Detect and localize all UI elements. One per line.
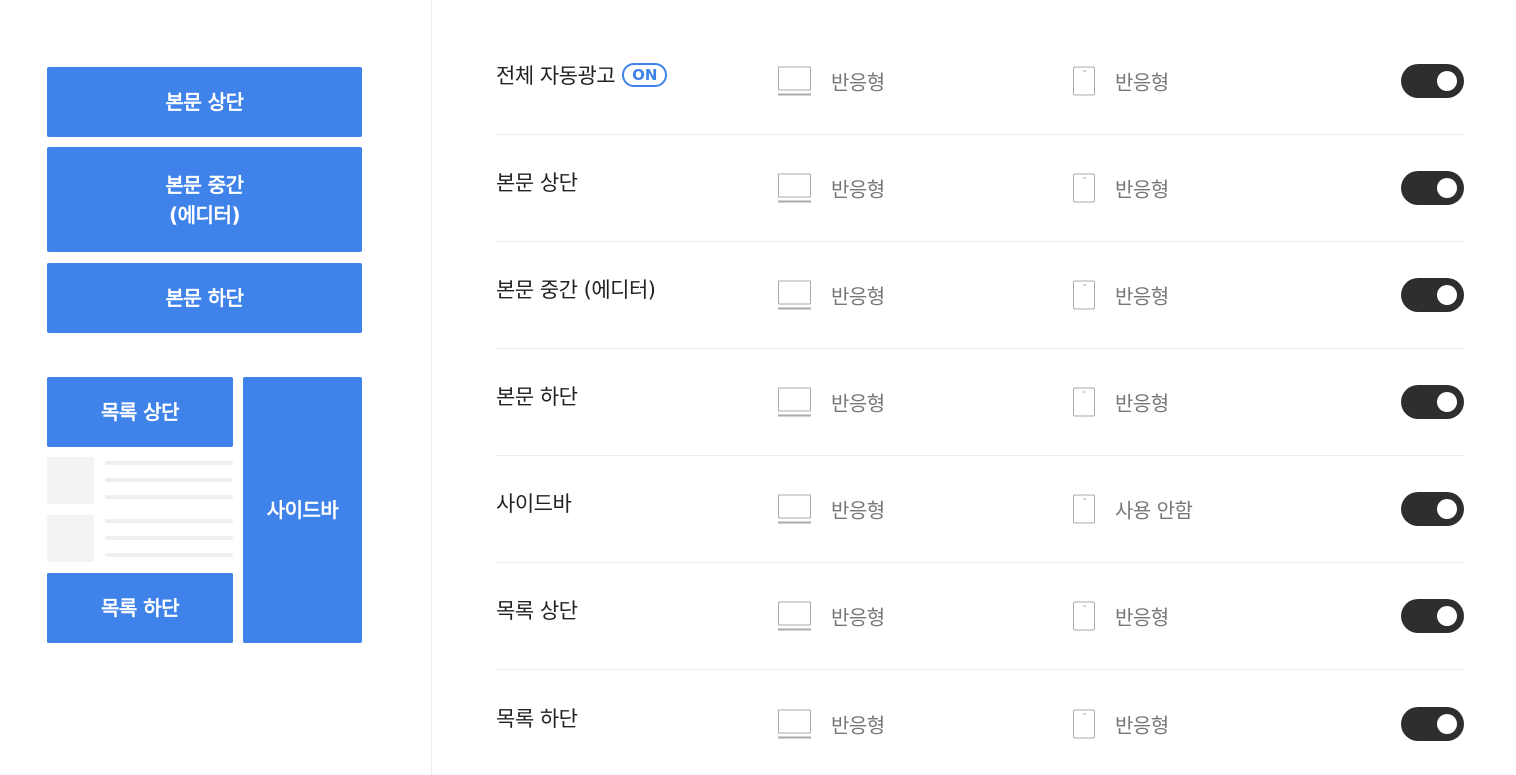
mobile-setting[interactable]: 반응형 <box>1073 280 1169 310</box>
row-label-text: 본문 하단 <box>496 385 578 409</box>
mobile-value: 반응형 <box>1115 713 1169 737</box>
enable-toggle[interactable] <box>1401 492 1464 526</box>
mobile-setting[interactable]: 반응형 <box>1073 601 1169 631</box>
setting-row: 목록 상단 반응형 반응형 <box>496 563 1464 670</box>
mobile-icon <box>1073 387 1095 417</box>
pc-setting[interactable]: 반응형 <box>778 601 885 631</box>
mobile-icon <box>1073 601 1095 631</box>
row-label: 사이드바 <box>496 488 572 518</box>
mobile-setting[interactable]: 사용 안함 <box>1073 494 1193 524</box>
monitor-icon <box>778 494 811 524</box>
on-badge: ON <box>622 63 668 87</box>
setting-row: 본문 상단 반응형 반응형 <box>496 135 1464 242</box>
mobile-value: 반응형 <box>1115 70 1169 95</box>
mobile-setting[interactable]: 반응형 <box>1073 173 1169 203</box>
mobile-setting[interactable]: 반응형 <box>1073 387 1169 417</box>
row-label: 본문 중간 (에디터) <box>496 274 656 304</box>
monitor-icon <box>778 387 811 417</box>
row-label: 본문 상단 <box>496 167 578 197</box>
pc-value: 반응형 <box>831 605 885 630</box>
list-placeholder-thumb <box>47 457 94 504</box>
mobile-icon <box>1073 66 1095 96</box>
enable-toggle[interactable] <box>1401 385 1464 419</box>
slot-list-top: 목록 상단 <box>47 377 233 447</box>
pc-setting[interactable]: 반응형 <box>778 387 885 417</box>
pc-value: 반응형 <box>831 713 885 737</box>
slot-content-bottom: 본문 하단 <box>47 263 362 333</box>
mobile-icon <box>1073 494 1095 524</box>
enable-toggle[interactable] <box>1401 64 1464 98</box>
pc-value: 반응형 <box>831 391 885 416</box>
list-placeholder-line <box>105 519 233 523</box>
list-placeholder-line <box>105 478 233 482</box>
row-label-text: 전체 자동광고 <box>496 64 616 88</box>
placement-preview: 본문 상단 본문 중간 (에디터) 본문 하단 목록 상단 목록 하단 사이드바 <box>0 0 432 775</box>
row-label-text: 목록 하단 <box>496 706 578 731</box>
list-placeholder-line <box>105 461 233 465</box>
slot-content-top: 본문 상단 <box>47 67 362 137</box>
toggle-knob <box>1437 713 1457 734</box>
enable-toggle[interactable] <box>1401 599 1464 633</box>
pc-value: 반응형 <box>831 498 885 523</box>
pc-value: 반응형 <box>831 177 885 202</box>
pc-setting[interactable]: 반응형 <box>778 709 885 738</box>
mobile-value: 반응형 <box>1115 605 1169 630</box>
row-label: 전체 자동광고 ON <box>496 60 668 90</box>
mobile-setting[interactable]: 반응형 <box>1073 66 1169 96</box>
row-label-text: 목록 상단 <box>496 599 578 623</box>
row-label: 목록 하단 <box>496 703 578 733</box>
mobile-value: 반응형 <box>1115 391 1169 416</box>
setting-row: 본문 중간 (에디터) 반응형 반응형 <box>496 242 1464 349</box>
enable-toggle[interactable] <box>1401 171 1464 205</box>
setting-row: 본문 하단 반응형 반응형 <box>496 349 1464 456</box>
row-label-text: 본문 상단 <box>496 171 578 195</box>
pc-value: 반응형 <box>831 70 885 95</box>
monitor-icon <box>778 709 811 738</box>
mobile-setting[interactable]: 반응형 <box>1073 709 1169 738</box>
list-placeholder-line <box>105 553 233 557</box>
mobile-icon <box>1073 709 1095 738</box>
setting-row: 사이드바 반응형 사용 안함 <box>496 456 1464 563</box>
setting-row: 전체 자동광고 ON 반응형 반응형 <box>496 28 1464 135</box>
list-placeholder-line <box>105 536 233 540</box>
pc-setting[interactable]: 반응형 <box>778 173 885 203</box>
mobile-icon <box>1073 280 1095 310</box>
toggle-knob <box>1437 392 1457 412</box>
toggle-knob <box>1437 499 1457 519</box>
mobile-value: 반응형 <box>1115 177 1169 202</box>
mobile-value: 사용 안함 <box>1115 498 1193 523</box>
row-label: 본문 하단 <box>496 381 578 411</box>
slot-list-bottom: 목록 하단 <box>47 573 233 643</box>
pc-setting[interactable]: 반응형 <box>778 66 885 96</box>
row-label-text: 본문 중간 (에디터) <box>496 278 656 302</box>
list-placeholder-line <box>105 495 233 499</box>
slot-sidebar: 사이드바 <box>243 377 362 643</box>
row-label-text: 사이드바 <box>496 492 572 516</box>
enable-toggle[interactable] <box>1401 278 1464 312</box>
monitor-icon <box>778 66 811 96</box>
mobile-icon <box>1073 173 1095 203</box>
monitor-icon <box>778 601 811 631</box>
row-label: 목록 상단 <box>496 595 578 625</box>
toggle-knob <box>1437 71 1457 91</box>
toggle-knob <box>1437 178 1457 198</box>
pc-setting[interactable]: 반응형 <box>778 280 885 310</box>
pc-setting[interactable]: 반응형 <box>778 494 885 524</box>
list-placeholder-thumb <box>47 515 94 562</box>
pc-value: 반응형 <box>831 284 885 309</box>
setting-row: 목록 하단 반응형 반응형 <box>496 670 1464 775</box>
toggle-knob <box>1437 285 1457 305</box>
monitor-icon <box>778 280 811 310</box>
mobile-value: 반응형 <box>1115 284 1169 309</box>
enable-toggle[interactable] <box>1401 706 1464 741</box>
monitor-icon <box>778 173 811 203</box>
slot-content-middle: 본문 중간 (에디터) <box>47 147 362 252</box>
toggle-knob <box>1437 606 1457 626</box>
